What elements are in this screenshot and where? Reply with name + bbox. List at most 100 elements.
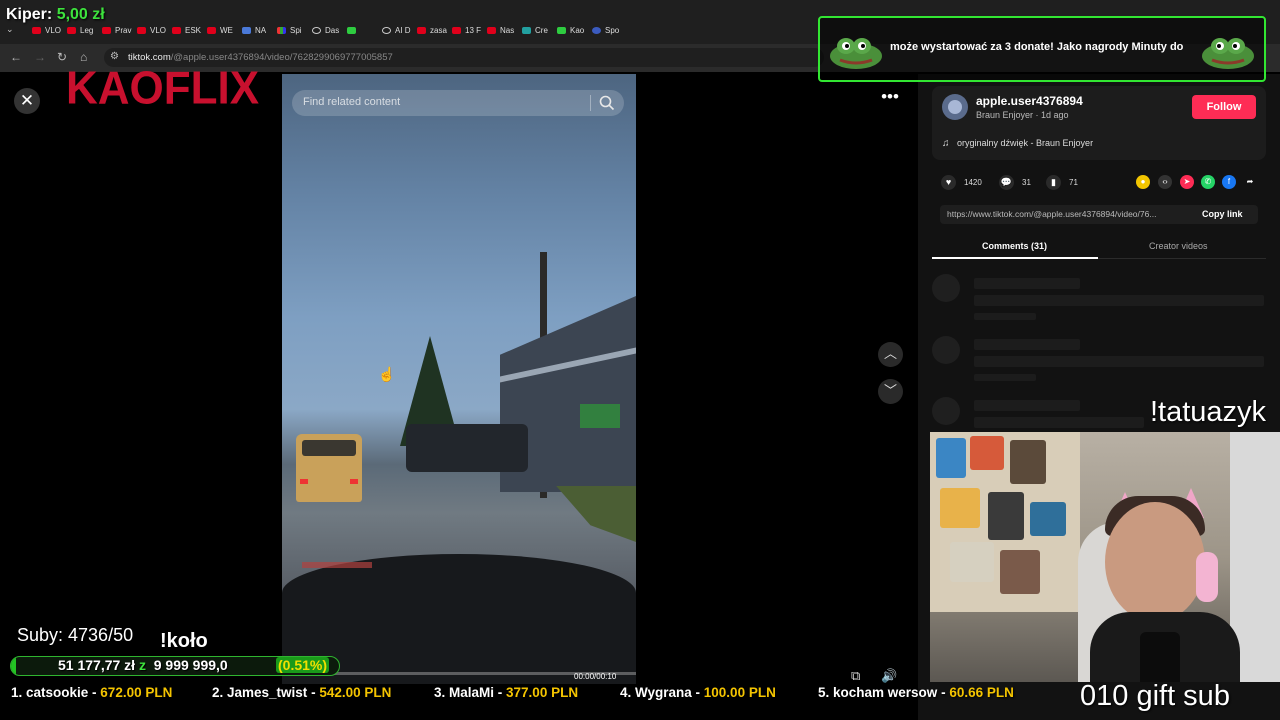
browser-tab[interactable]: 13 F: [452, 22, 486, 38]
back-icon[interactable]: ←: [10, 50, 22, 64]
tattoo-command-label: !tatuazyk: [1150, 396, 1267, 428]
bookmark-icon[interactable]: ▮: [1046, 175, 1061, 190]
copy-link-button[interactable]: Copy link: [1202, 209, 1243, 219]
tab-label: Nas: [500, 25, 515, 35]
tab-list-chevron-icon[interactable]: ⌄: [6, 24, 14, 35]
pepe-frog-icon: [830, 38, 882, 69]
comment-skeleton-avatar: [932, 274, 960, 302]
mouse-cursor-icon: ☝: [378, 366, 396, 382]
comment-skeleton-line: [974, 313, 1036, 320]
tab-favicon-icon: [382, 26, 391, 34]
url-text[interactable]: tiktok.com/@apple.user4376894/video/7628…: [128, 52, 393, 63]
browser-tab[interactable]: WE: [207, 22, 241, 38]
video-frame-dark-van: [406, 424, 528, 472]
comment-skeleton-line: [974, 295, 1264, 306]
tab-favicon-icon: [347, 26, 356, 34]
webcam-poster: [988, 492, 1024, 540]
more-options-icon[interactable]: •••: [878, 88, 902, 111]
search-divider: [590, 95, 591, 111]
tab-favicon-icon: [557, 26, 566, 34]
browser-tab[interactable]: NA: [242, 22, 276, 38]
browser-tab[interactable]: Spi: [277, 22, 311, 38]
coin-share-icon[interactable]: ●: [1136, 175, 1150, 189]
donation-goal-text: 51 177,77 zł z 9 999 999,0: [58, 657, 228, 673]
tab-favicon-icon: [242, 26, 251, 34]
tab-favicon-icon: [137, 26, 146, 34]
music-title[interactable]: oryginalny dźwięk - Braun Enjoyer: [957, 138, 1093, 148]
comment-skeleton-line: [974, 278, 1080, 289]
pepe-frog-icon: [1202, 38, 1254, 69]
screen: ⌄ VLO Leg Prav VLO ESK WE NA Spi Das AI D zasa 13 F…: [0, 0, 1280, 720]
search-placeholder[interactable]: Find related content: [303, 96, 400, 108]
tab-favicon-icon: [172, 26, 181, 34]
video-frame-yellow-car: [296, 434, 362, 502]
webcam-poster: [970, 436, 1004, 470]
embed-code-icon[interactable]: ‹›: [1158, 175, 1172, 189]
tab-favicon-icon: [67, 26, 76, 34]
browser-tab[interactable]: AI D: [382, 22, 416, 38]
kaoflix-logo: KAOFLIX: [66, 62, 260, 115]
subs-counter: Suby: 4736/50: [17, 625, 134, 645]
browser-tab[interactable]: Nas: [487, 22, 521, 38]
comment-skeleton-line: [974, 417, 1144, 428]
browser-tab[interactable]: Spo: [592, 22, 626, 38]
webcam-poster: [1000, 550, 1040, 594]
tab-favicon-icon: [312, 26, 321, 34]
browser-tab[interactable]: Das: [312, 22, 346, 38]
tab-creator-videos[interactable]: Creator videos: [1149, 241, 1208, 251]
ticker-donor-name: 2. James_twist: [212, 685, 308, 700]
donation-alert-text: może wystartować za 3 donate! Jako nagro…: [890, 41, 1184, 53]
browser-tab[interactable]: Kao: [557, 22, 591, 38]
streamer-webcam: [930, 432, 1280, 682]
donation-goal-percent: (0.51%): [276, 657, 330, 673]
tab-label: Kao: [570, 25, 585, 35]
tab-label: Leg: [80, 25, 94, 35]
video-link-text[interactable]: https://www.tiktok.com/@apple.user437689…: [947, 209, 1192, 219]
creator-username[interactable]: apple.user4376894: [976, 94, 1083, 108]
browser-tab[interactable]: ESK: [172, 22, 206, 38]
tab-comments[interactable]: Comments (31): [982, 241, 1047, 251]
tab-label: ESK: [185, 25, 202, 35]
video-player[interactable]: [282, 74, 636, 684]
browser-tab[interactable]: Leg: [67, 22, 101, 38]
ticker-donor-name: 1. catsookie: [11, 685, 89, 700]
tab-label: zasa: [430, 25, 447, 35]
ticker-donor-amount: 60.66 PLN: [949, 685, 1014, 700]
tab-active-indicator: [932, 257, 1098, 259]
tab-favicon-icon: [522, 26, 531, 34]
avatar[interactable]: [942, 94, 968, 120]
forward-icon[interactable]: →: [34, 50, 46, 64]
music-note-icon: ♫: [942, 138, 950, 149]
comment-skeleton-avatar: [932, 336, 960, 364]
send-share-icon[interactable]: ➤: [1180, 175, 1194, 189]
like-heart-icon[interactable]: ♥: [941, 175, 956, 190]
tab-label: NA: [255, 25, 267, 35]
ticker-donor-amount: 377.00 PLN: [506, 685, 579, 700]
browser-tab[interactable]: Cre: [522, 22, 556, 38]
browser-tab[interactable]: Prav: [102, 22, 136, 38]
share-arrow-icon[interactable]: ➦: [1243, 175, 1257, 189]
ticker-item: 3. MalaMi - 377.00 PLN: [434, 685, 579, 700]
facebook-icon[interactable]: f: [1222, 175, 1236, 189]
close-button[interactable]: ✕: [14, 88, 40, 114]
browser-tab[interactable]: zasa: [417, 22, 451, 38]
comment-skeleton-line: [974, 374, 1036, 381]
follow-button[interactable]: Follow: [1192, 95, 1256, 119]
comments-count: 31: [1022, 178, 1031, 187]
top-donor-label: Kiper: 5,00 zł: [6, 6, 105, 23]
comment-icon[interactable]: 💬: [999, 175, 1014, 190]
webcam-poster: [1010, 440, 1046, 484]
tab-label: WE: [220, 25, 233, 35]
wheel-command-label: !koło: [160, 630, 208, 652]
gift-sub-counter: 010 gift sub: [1080, 680, 1230, 712]
whatsapp-icon[interactable]: ✆: [1201, 175, 1215, 189]
webcam-poster: [940, 488, 980, 528]
browser-tab[interactable]: [347, 22, 381, 38]
previous-video-chevron-up-icon[interactable]: ︿: [878, 342, 903, 367]
next-video-chevron-down-icon[interactable]: ﹀: [878, 379, 903, 404]
browser-tab[interactable]: VLO: [32, 22, 66, 38]
search-icon[interactable]: [598, 94, 616, 112]
browser-tab[interactable]: VLO: [137, 22, 171, 38]
site-info-icon[interactable]: ⚙: [110, 51, 119, 62]
ticker-donor-amount: 542.00 PLN: [319, 685, 392, 700]
